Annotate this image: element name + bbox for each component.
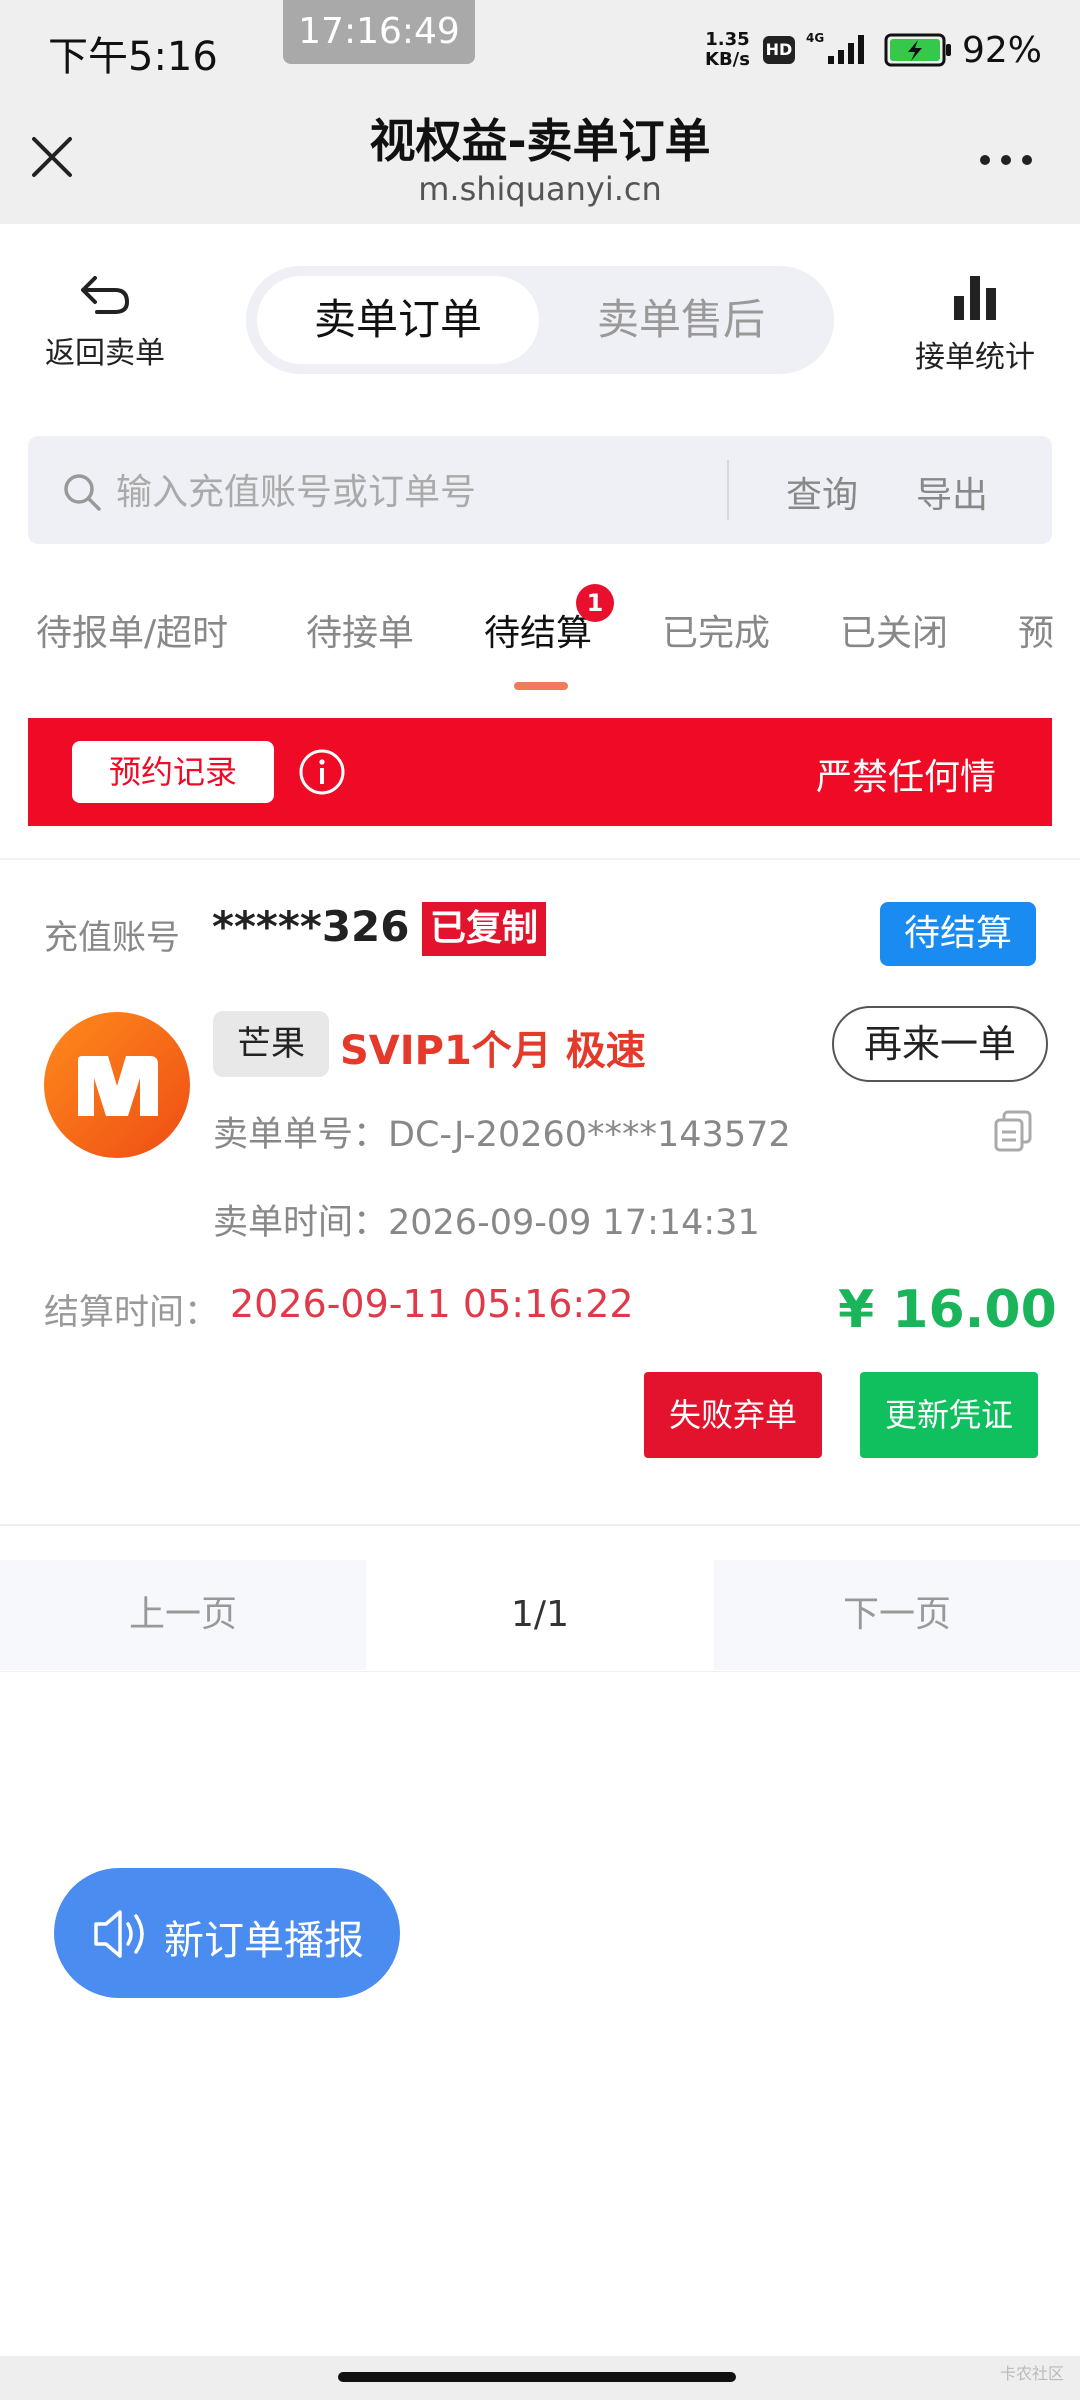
update-proof-button[interactable]: 更新凭证 xyxy=(860,1372,1038,1458)
tab-completed[interactable]: 已完成 xyxy=(662,604,770,656)
page-title: 视权益-卖单订单 xyxy=(369,114,711,168)
home-indicator[interactable] xyxy=(338,2372,736,2382)
svg-text:4G: 4G xyxy=(806,31,824,45)
tab-pending-report[interactable]: 待报单/超时 xyxy=(36,604,228,656)
hd-badge: HD xyxy=(763,36,795,64)
order-time: 卖单时间：2026-09-09 17:14:31 xyxy=(213,1203,760,1243)
back-label: 返回卖单 xyxy=(45,336,165,371)
next-page-button[interactable]: 下一页 xyxy=(714,1560,1080,1670)
more-options-icon[interactable] xyxy=(978,152,1034,171)
search-divider xyxy=(727,460,729,520)
signal-icon: 4G xyxy=(806,30,874,70)
reorder-button[interactable]: 再来一单 xyxy=(832,1006,1048,1082)
tab-reserved[interactable]: 预 xyxy=(1018,604,1054,656)
bar-chart-icon xyxy=(954,276,996,320)
order-number: 卖单单号：DC-J-20260****143572 xyxy=(213,1115,791,1155)
network-speed: 1.35 KB/s xyxy=(705,29,750,70)
search-icon xyxy=(62,472,102,516)
tab-pending-settle[interactable]: 待结算 xyxy=(484,604,592,656)
account-value: *****326 xyxy=(212,902,410,951)
prev-page-button[interactable]: 上一页 xyxy=(0,1560,366,1670)
tab-after-sales[interactable]: 卖单售后 xyxy=(540,276,822,364)
broadcast-label: 新订单播报 xyxy=(164,1918,364,1964)
stats-label: 接单统计 xyxy=(915,340,1035,375)
battery-icon xyxy=(884,33,954,71)
search-input[interactable] xyxy=(114,456,718,528)
battery-percent: 92% xyxy=(962,30,1043,71)
copy-icon[interactable] xyxy=(992,1108,1036,1156)
tab-sell-orders[interactable]: 卖单订单 xyxy=(257,276,539,364)
order-price: ¥ 16.00 xyxy=(838,1280,1057,1340)
abandon-order-button[interactable]: 失败弃单 xyxy=(644,1372,822,1458)
query-button[interactable]: 查询 xyxy=(786,466,858,518)
speaker-icon xyxy=(92,1906,152,1966)
back-to-sell-button[interactable]: 返回卖单 xyxy=(30,272,180,382)
screen-clock-pill: 17:16:49 xyxy=(283,0,475,64)
undo-arrow-icon xyxy=(81,276,129,314)
divider xyxy=(0,858,1080,860)
page-indicator: 1/1 xyxy=(366,1560,714,1670)
export-button[interactable]: 导出 xyxy=(916,466,988,518)
divider xyxy=(0,1524,1080,1526)
account-label: 充值账号 xyxy=(44,918,180,958)
tab-pending-accept[interactable]: 待接单 xyxy=(306,604,414,656)
settle-time-value: 2026-09-11 05:16:22 xyxy=(230,1282,634,1326)
tab-closed[interactable]: 已关闭 xyxy=(840,604,948,656)
active-tab-indicator xyxy=(514,682,568,690)
platform-tag: 芒果 xyxy=(213,1011,329,1077)
status-time: 下午5:16 xyxy=(48,34,218,80)
notice-marquee-text: 严禁任何情 xyxy=(816,757,997,798)
watermark: 卡农社区 xyxy=(1000,2364,1065,2383)
info-icon[interactable] xyxy=(298,748,346,800)
settle-time-label: 结算时间： xyxy=(44,1293,220,1333)
tab-count-badge: 1 xyxy=(576,584,614,622)
order-stats-button[interactable]: 接单统计 xyxy=(895,272,1055,382)
copied-badge: 已复制 xyxy=(422,902,546,956)
mango-tv-logo xyxy=(44,1012,190,1158)
order-status-badge: 待结算 xyxy=(880,902,1036,966)
reservation-records-button[interactable]: 预约记录 xyxy=(72,741,274,803)
page-url: m.shiquanyi.cn xyxy=(418,170,662,208)
product-name: SVIP1个月 极速 xyxy=(340,1028,646,1074)
